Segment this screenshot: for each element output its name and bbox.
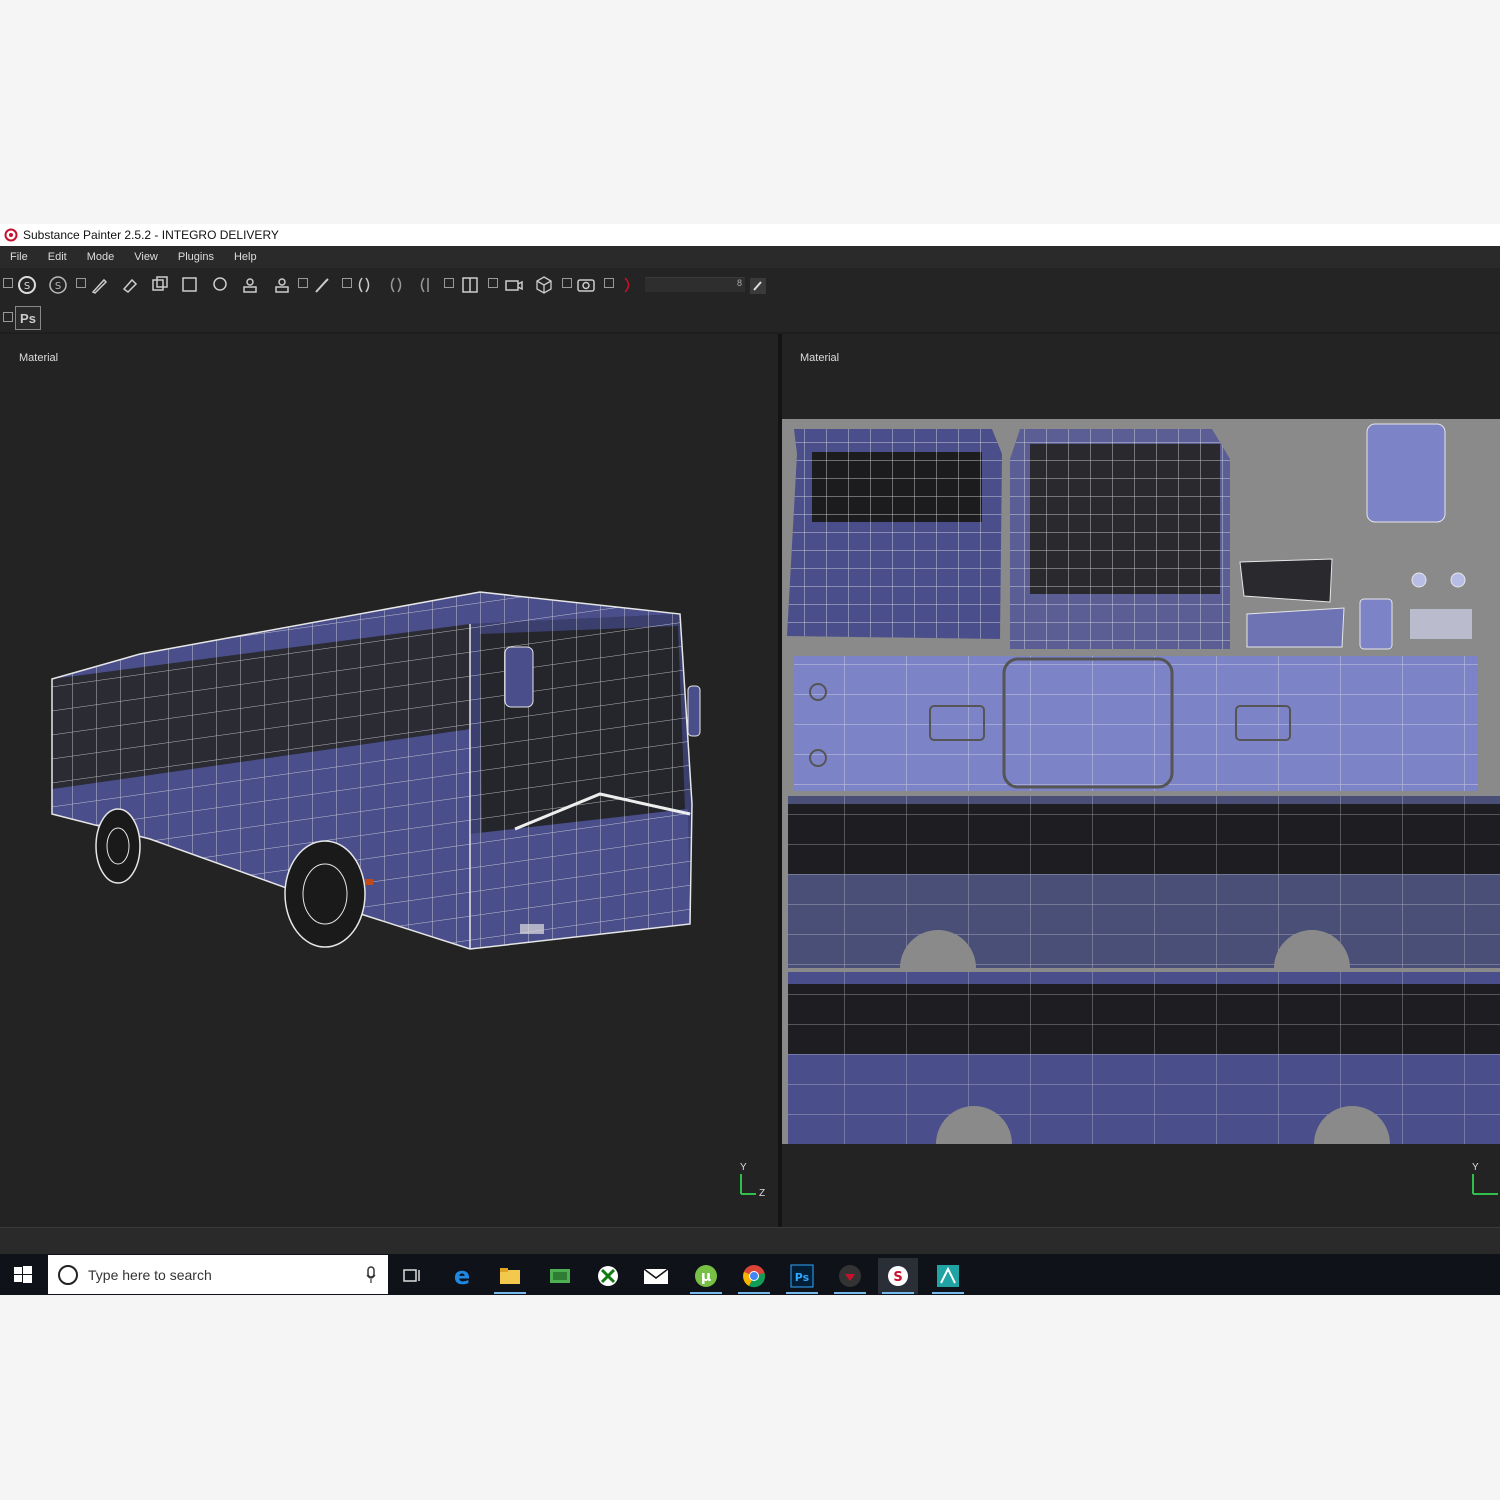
detach-icon[interactable] bbox=[3, 312, 13, 322]
material-picker-icon[interactable] bbox=[270, 274, 294, 296]
svg-text:S: S bbox=[55, 281, 61, 292]
windows-start-icon[interactable] bbox=[10, 1262, 36, 1288]
smudge-icon[interactable] bbox=[208, 274, 232, 296]
edge-icon[interactable]: e bbox=[442, 1258, 482, 1294]
menu-file[interactable]: File bbox=[10, 251, 28, 263]
photoshop-export-button[interactable]: Ps bbox=[15, 306, 41, 330]
mail-icon[interactable] bbox=[636, 1258, 676, 1294]
detach-icon[interactable] bbox=[342, 278, 352, 288]
brush-size-field[interactable]: 8 bbox=[645, 277, 745, 292]
menu-mode[interactable]: Mode bbox=[87, 251, 115, 263]
plugin-toolbar: Ps bbox=[0, 302, 1500, 332]
svg-text:Ps: Ps bbox=[795, 1271, 810, 1284]
substance-share-icon[interactable]: S bbox=[15, 274, 39, 296]
menu-help[interactable]: Help bbox=[234, 251, 257, 263]
polygon-fill-icon[interactable] bbox=[178, 274, 202, 296]
substance-painter-window: Substance Painter 2.5.2 - INTEGRO DELIVE… bbox=[0, 224, 1500, 1295]
maya-icon[interactable] bbox=[928, 1258, 968, 1294]
clone-stamp-icon[interactable] bbox=[238, 274, 262, 296]
color-picker-icon[interactable] bbox=[310, 274, 334, 296]
search-placeholder: Type here to search bbox=[88, 1266, 212, 1283]
window-title: Substance Painter 2.5.2 - INTEGRO DELIVE… bbox=[23, 228, 279, 242]
symmetry-mirror-icon[interactable] bbox=[414, 274, 438, 296]
xbox-icon[interactable] bbox=[588, 1258, 628, 1294]
cube-view-icon[interactable] bbox=[532, 274, 556, 296]
viewport-3d[interactable]: Material Y Z bbox=[0, 334, 778, 1227]
paint-brush-icon[interactable] bbox=[88, 274, 112, 296]
detach-icon[interactable] bbox=[444, 278, 454, 288]
menu-edit[interactable]: Edit bbox=[48, 251, 67, 263]
svg-text:S: S bbox=[893, 1270, 902, 1285]
utorrent-icon[interactable]: µ bbox=[686, 1258, 726, 1294]
cortana-icon bbox=[58, 1264, 78, 1285]
menu-view[interactable]: View bbox=[134, 251, 158, 263]
tool-toolbar: S S 8 bbox=[0, 268, 1500, 302]
file-explorer-icon[interactable] bbox=[490, 1258, 530, 1294]
photos-icon[interactable] bbox=[540, 1258, 580, 1294]
menu-bar: File Edit Mode View Plugins Help bbox=[0, 246, 1500, 268]
brush-stroke-icon[interactable] bbox=[616, 274, 640, 296]
detach-icon[interactable] bbox=[488, 278, 498, 288]
svg-text:e: e bbox=[454, 1264, 470, 1288]
menu-plugins[interactable]: Plugins bbox=[178, 251, 214, 263]
substance-logo-icon bbox=[4, 228, 18, 242]
task-view-icon[interactable] bbox=[392, 1258, 432, 1294]
axis-gizmo-icon bbox=[740, 1174, 756, 1195]
chrome-icon[interactable] bbox=[734, 1258, 774, 1294]
windows-taskbar: Type here to search e µ Ps S bbox=[0, 1254, 1500, 1295]
projection-icon[interactable] bbox=[148, 274, 172, 296]
viewport-2d-uv[interactable]: Material Y bbox=[782, 334, 1500, 1227]
detach-icon[interactable] bbox=[76, 278, 86, 288]
microphone-icon[interactable] bbox=[366, 1266, 376, 1284]
symmetry-x-icon[interactable] bbox=[384, 274, 408, 296]
screenshot-camera-icon[interactable] bbox=[574, 274, 598, 296]
svg-text:S: S bbox=[24, 281, 30, 292]
detach-icon[interactable] bbox=[604, 278, 614, 288]
substance-source-icon[interactable]: S bbox=[46, 274, 70, 296]
detach-icon[interactable] bbox=[3, 278, 13, 288]
taskbar-search-box[interactable]: Type here to search bbox=[48, 1255, 388, 1294]
brush-size-value: 8 bbox=[736, 278, 742, 288]
viewport-split-icon[interactable] bbox=[458, 274, 482, 296]
axis-z-label: Z bbox=[759, 1188, 766, 1199]
photoshop-icon[interactable]: Ps bbox=[782, 1258, 822, 1294]
uv-axis-gizmo-icon bbox=[1472, 1174, 1498, 1195]
substance-painter-taskbar-icon[interactable]: S bbox=[878, 1258, 918, 1294]
detach-icon[interactable] bbox=[298, 278, 308, 288]
media-player-icon[interactable] bbox=[830, 1258, 870, 1294]
camera-view-icon[interactable] bbox=[502, 274, 526, 296]
uv-texture-map bbox=[782, 419, 1500, 1144]
detach-icon[interactable] bbox=[562, 278, 572, 288]
symmetry-icon[interactable] bbox=[352, 274, 376, 296]
svg-text:µ: µ bbox=[701, 1269, 711, 1285]
eraser-icon[interactable] bbox=[118, 274, 142, 296]
bus-wireframe-model bbox=[51, 591, 701, 950]
edit-pencil-icon[interactable] bbox=[746, 275, 770, 297]
title-bar: Substance Painter 2.5.2 - INTEGRO DELIVE… bbox=[0, 224, 1500, 246]
